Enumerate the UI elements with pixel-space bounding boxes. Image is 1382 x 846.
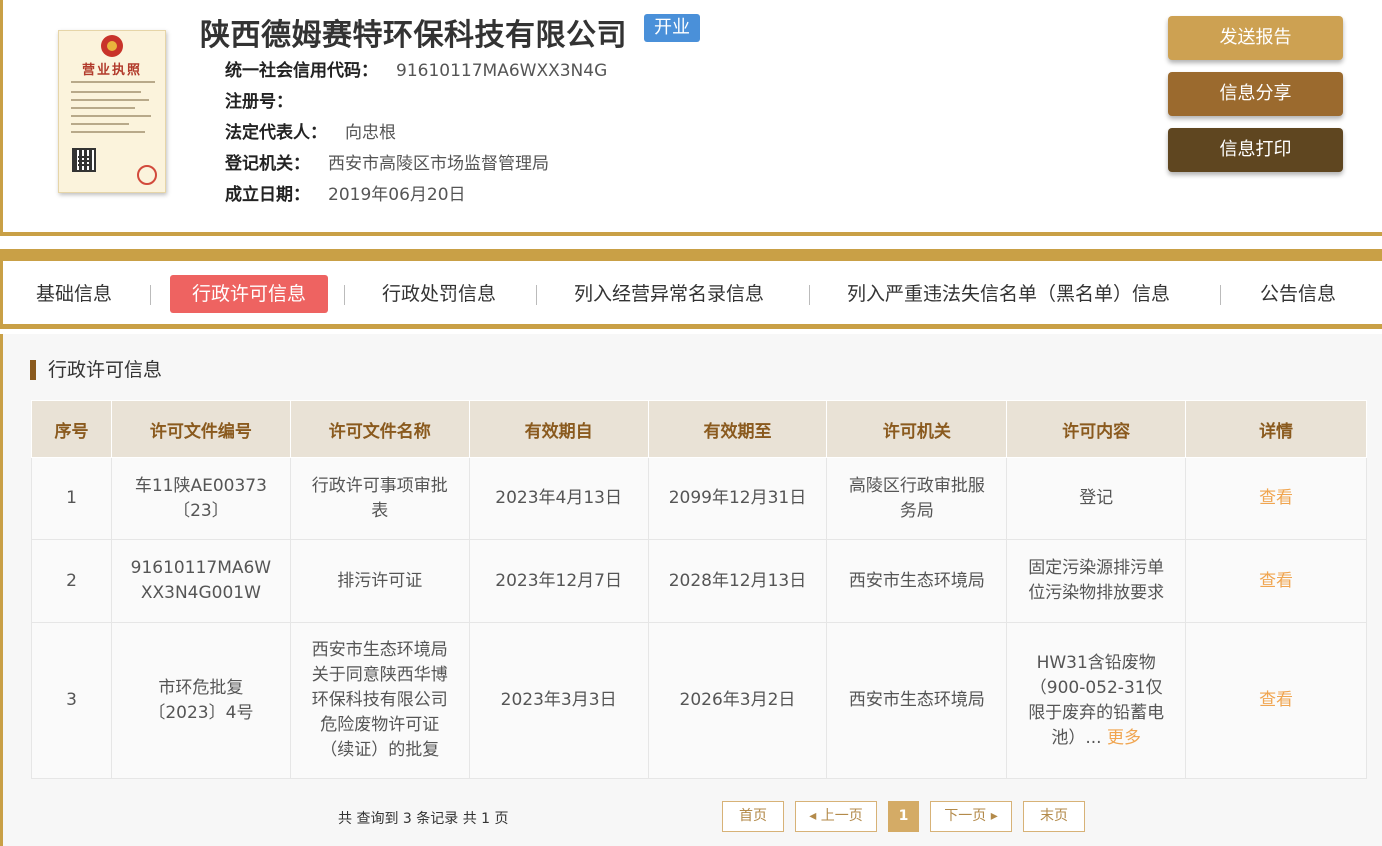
last-page-button[interactable]: 末页 bbox=[1023, 801, 1085, 832]
table-cell: 排污许可证 bbox=[289, 539, 470, 623]
info-label: 成立日期： bbox=[225, 185, 310, 205]
more-link[interactable]: 更多 bbox=[1107, 728, 1141, 748]
divider-bar bbox=[0, 249, 1382, 261]
table-cell: 3 bbox=[31, 622, 112, 779]
table-cell: HW31含铅废物（900-052-31仅限于废弃的铅蓄电池）... 更多 bbox=[1006, 622, 1187, 779]
info-row-legal-rep: 法定代表人： 向忠根 bbox=[225, 118, 396, 143]
table-cell: 2 bbox=[31, 539, 112, 623]
info-label: 注册号： bbox=[225, 92, 293, 112]
column-header: 序号 bbox=[31, 400, 112, 458]
info-value: 西安市高陵区市场监督管理局 bbox=[328, 154, 549, 174]
info-label: 统一社会信用代码： bbox=[225, 61, 378, 81]
license-table: 序号 许可文件编号 许可文件名称 有效期自 有效期至 许可机关 许可内容 详情 … bbox=[31, 400, 1367, 779]
send-report-button[interactable]: 发送报告 bbox=[1168, 16, 1343, 60]
tab-basic-info[interactable]: 基础信息 bbox=[36, 275, 112, 313]
share-info-button[interactable]: 信息分享 bbox=[1168, 72, 1343, 116]
column-header: 有效期自 bbox=[468, 400, 649, 458]
status-badge: 开业 bbox=[644, 14, 700, 42]
info-row-authority: 登记机关： 西安市高陵区市场监督管理局 bbox=[225, 149, 549, 174]
table-cell: 2023年3月3日 bbox=[468, 622, 649, 779]
info-row-reg-number: 注册号： bbox=[225, 87, 311, 112]
table-row: 3 市环危批复〔2023〕4号 西安市生态环境局关于同意陕西华博环保科技有限公司… bbox=[31, 622, 1367, 779]
info-value: 向忠根 bbox=[345, 123, 396, 143]
column-header: 许可内容 bbox=[1006, 400, 1187, 458]
info-label: 登记机关： bbox=[225, 154, 310, 174]
table-cell: 2026年3月2日 bbox=[647, 622, 828, 779]
tab-admin-license[interactable]: 行政许可信息 bbox=[170, 275, 329, 313]
pagination-summary: 共 查询到 3 条记录 共 1 页 bbox=[338, 811, 509, 827]
qr-code-icon bbox=[72, 148, 96, 172]
table-cell: 2023年12月7日 bbox=[468, 539, 649, 623]
table-cell: 高陵区行政审批服务局 bbox=[826, 457, 1008, 540]
table-cell: 市环危批复〔2023〕4号 bbox=[110, 622, 291, 779]
next-page-button[interactable]: 下一页 ▸ bbox=[930, 801, 1012, 832]
info-row-founded: 成立日期： 2019年06月20日 bbox=[225, 180, 466, 205]
table-row: 2 91610117MA6WXX3N4G001W 排污许可证 2023年12月7… bbox=[31, 539, 1367, 623]
tab-announcements[interactable]: 公告信息 bbox=[1260, 275, 1336, 313]
business-license-image: 营业执照 bbox=[58, 30, 166, 193]
column-header: 详情 bbox=[1185, 400, 1367, 458]
table-cell: 2023年4月13日 bbox=[468, 457, 649, 540]
company-header: 营业执照 陕西德姆赛特环保科技有限公司 开业 统一社会信用代码： 91610117… bbox=[0, 0, 1382, 236]
license-content-text: HW31含铅废物（900-052-31仅限于废弃的铅蓄电池）... bbox=[1028, 652, 1165, 748]
table-cell: 车11陕AE00373〔23〕 bbox=[110, 457, 291, 540]
info-row-credit-code: 统一社会信用代码： 91610117MA6WXX3N4G bbox=[225, 56, 607, 81]
official-seal-icon bbox=[137, 165, 157, 185]
table-cell: 行政许可事项审批表 bbox=[289, 457, 470, 540]
table-cell: 1 bbox=[31, 457, 112, 540]
info-value: 91610117MA6WXX3N4G bbox=[396, 61, 608, 81]
tab-bar: 基础信息 行政许可信息 行政处罚信息 列入经营异常名录信息 列入严重违法失信名单… bbox=[0, 261, 1382, 329]
table-row: 1 车11陕AE00373〔23〕 行政许可事项审批表 2023年4月13日 2… bbox=[31, 457, 1367, 540]
table-cell: 西安市生态环境局 bbox=[826, 539, 1008, 623]
column-header: 有效期至 bbox=[647, 400, 828, 458]
info-value: 2019年06月20日 bbox=[328, 185, 466, 205]
table-cell: 2099年12月31日 bbox=[647, 457, 828, 540]
current-page-button[interactable]: 1 bbox=[888, 801, 919, 832]
table-cell: 查看 bbox=[1185, 539, 1367, 623]
view-detail-link[interactable]: 查看 bbox=[1259, 690, 1293, 710]
table-cell: 查看 bbox=[1185, 622, 1367, 779]
first-page-button[interactable]: 首页 bbox=[722, 801, 784, 832]
column-header: 许可机关 bbox=[826, 400, 1008, 458]
tab-admin-penalty[interactable]: 行政处罚信息 bbox=[382, 275, 496, 313]
table-cell: 西安市生态环境局 bbox=[826, 622, 1008, 779]
info-label: 法定代表人： bbox=[225, 123, 327, 143]
license-panel: 行政许可信息 序号 许可文件编号 许可文件名称 有效期自 有效期至 许可机关 许… bbox=[0, 334, 1382, 846]
section-title: 行政许可信息 bbox=[30, 360, 162, 380]
prev-page-button[interactable]: ◂ 上一页 bbox=[795, 801, 877, 832]
table-cell: 西安市生态环境局关于同意陕西华博环保科技有限公司危险废物许可证（续证）的批复 bbox=[289, 622, 470, 779]
table-cell: 2028年12月13日 bbox=[647, 539, 828, 623]
table-cell: 登记 bbox=[1006, 457, 1187, 540]
view-detail-link[interactable]: 查看 bbox=[1259, 571, 1293, 591]
table-header-row: 序号 许可文件编号 许可文件名称 有效期自 有效期至 许可机关 许可内容 详情 bbox=[31, 400, 1367, 458]
view-detail-link[interactable]: 查看 bbox=[1259, 488, 1293, 508]
table-cell: 固定污染源排污单位污染物排放要求 bbox=[1006, 539, 1187, 623]
table-cell: 查看 bbox=[1185, 457, 1367, 540]
national-emblem-icon bbox=[101, 35, 123, 57]
column-header: 许可文件名称 bbox=[289, 400, 470, 458]
tab-abnormal-list[interactable]: 列入经营异常名录信息 bbox=[574, 275, 764, 313]
column-header: 许可文件编号 bbox=[110, 400, 291, 458]
license-title: 营业执照 bbox=[81, 63, 142, 78]
tab-blacklist[interactable]: 列入严重违法失信名单（黑名单）信息 bbox=[847, 275, 1170, 313]
print-info-button[interactable]: 信息打印 bbox=[1168, 128, 1343, 172]
table-cell: 91610117MA6WXX3N4G001W bbox=[110, 539, 291, 623]
company-name: 陕西德姆赛特环保科技有限公司 bbox=[200, 18, 627, 53]
